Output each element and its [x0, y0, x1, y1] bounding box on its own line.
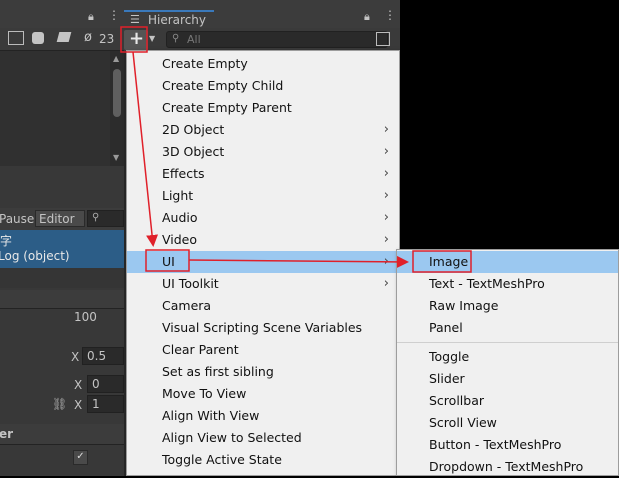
- add-button-highlight-box: [120, 26, 148, 53]
- image-item-highlight-box: [412, 250, 472, 273]
- ui-item-highlight-box: [145, 249, 190, 272]
- arrow-plus-to-ui: [132, 51, 159, 247]
- arrow-ui-to-image: [188, 255, 409, 268]
- annotation-overlay: [120, 26, 472, 273]
